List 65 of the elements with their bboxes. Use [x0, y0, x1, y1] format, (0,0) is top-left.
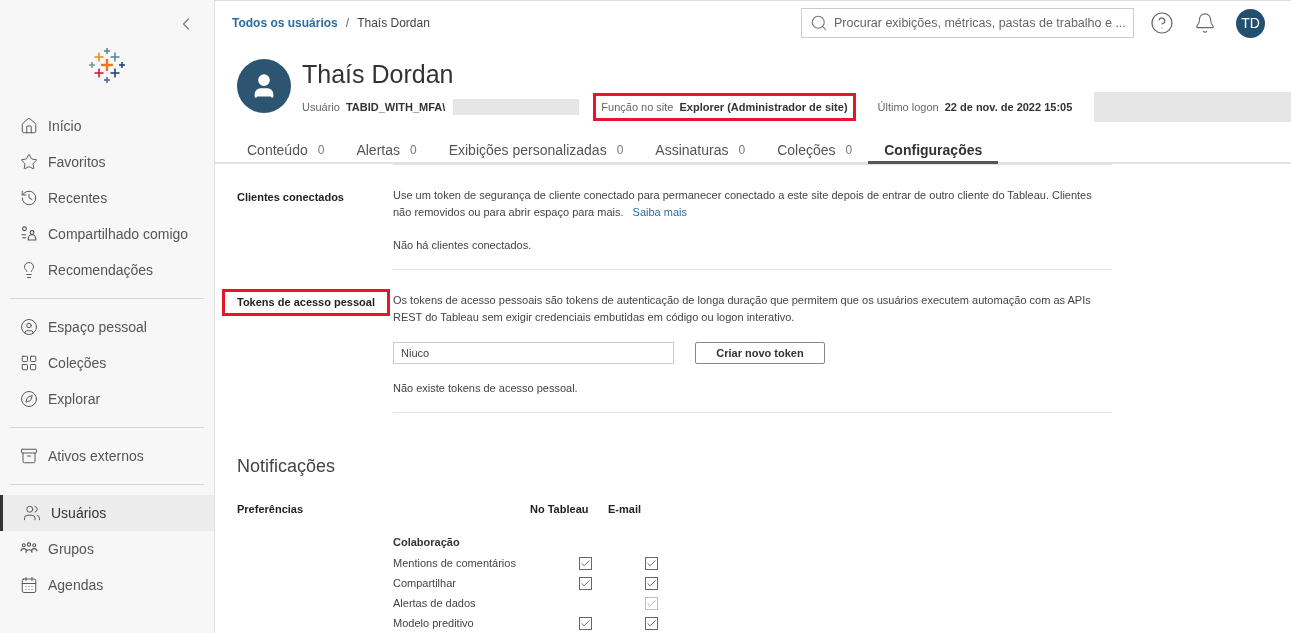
tab[interactable]: Conteúdo 0	[231, 139, 341, 164]
help-icon[interactable]	[1150, 11, 1174, 35]
notification-label: Modelo preditivo	[393, 615, 475, 631]
section-label: Clientes conectados	[236, 190, 345, 205]
profile-field: Último logon 22 de nov. de 2022 15:05	[869, 92, 1081, 122]
user-avatar[interactable]: TD	[1236, 8, 1265, 38]
profile-field: Usuário TABID_WITH_MFA\	[294, 92, 454, 122]
user-circle-icon	[20, 318, 38, 336]
search-field[interactable]: Procurar exibições, métricas, pastas de trabalho e ...	[801, 8, 1134, 38]
sidebar-item[interactable]: Usuários	[0, 495, 214, 531]
checkbox[interactable]	[644, 576, 658, 590]
column-header: No Tableau	[530, 502, 590, 517]
preferences-label: Preferências	[237, 502, 305, 517]
users-icon	[23, 504, 41, 522]
breadcrumb-separator: /	[345, 15, 350, 32]
group-heading: Colaboração	[393, 534, 461, 550]
sidebar-item[interactable]: Recentes	[0, 180, 214, 216]
tab[interactable]: Exibições personalizadas 0	[432, 139, 640, 164]
checkbox[interactable]	[644, 556, 658, 570]
sidebar-item[interactable]: Coleções	[0, 345, 214, 381]
clock-icon	[20, 189, 38, 207]
checkbox[interactable]	[578, 616, 592, 630]
profile-field: Função no site Explorer (Administrador de site)	[593, 92, 856, 122]
learn-more-link[interactable]: Saiba mais	[632, 206, 687, 218]
calendar-icon	[20, 576, 38, 594]
logo-icon	[87, 46, 127, 86]
sidebar-item[interactable]: Recomendações	[0, 252, 214, 288]
grid-icon	[20, 354, 38, 372]
home-icon	[20, 117, 38, 135]
section-description: Os tokens de acesso pessoais são tokens de autenticação de longa duração que permitem que os usuários executem automação com as APIs REST do Tableau sem exigir credenciais embutidas em código ou logon interativo.	[393, 293, 1092, 325]
sidebar-item[interactable]: Agendas	[0, 567, 214, 603]
sidebar-item[interactable]: Espaço pessoal	[0, 309, 214, 345]
tab[interactable]: Coleções 0	[761, 139, 869, 164]
empty-message: Não há clientes conectados.	[393, 238, 533, 253]
notification-label: Alertas de dados	[393, 595, 477, 611]
tab[interactable]: Configurações	[868, 139, 999, 164]
checkbox[interactable]	[578, 556, 592, 570]
section-description: Use um token de segurança de cliente conectado para permanecer conectado a este site depois de entrar de outro cliente do Tableau. Clientes não removidos ou para abrir espaço para mais. Saiba mais	[393, 188, 1093, 220]
notification-icon[interactable]	[1194, 12, 1216, 34]
star-icon	[20, 153, 38, 171]
search-icon	[810, 14, 828, 32]
checkbox[interactable]	[578, 576, 592, 590]
notification-label: Compartilhar	[393, 575, 457, 591]
sidebar-item[interactable]: Favoritos	[0, 144, 214, 180]
sidebar-item[interactable]: Ativos externos	[0, 438, 214, 474]
create-token-button[interactable]: Criar novo token	[695, 342, 825, 364]
user-name: Thaís Dordan	[302, 59, 455, 89]
tab[interactable]: Alertas 0	[340, 139, 433, 164]
section-label: Tokens de acesso pessoal	[222, 289, 390, 316]
column-header: E-mail	[608, 502, 641, 517]
archive-icon	[20, 447, 38, 465]
tab[interactable]: Assinaturas 0	[639, 139, 762, 164]
notifications-heading: Notificações	[237, 455, 337, 478]
sidebar-item[interactable]: Grupos	[0, 531, 214, 567]
notification-label: Mentions de comentários	[393, 555, 517, 571]
sidebar-item[interactable]: Compartilhado comigo	[0, 216, 214, 252]
breadcrumb-link[interactable]: Todos os usuários	[232, 14, 338, 32]
empty-message: Não existe tokens de acesso pessoal.	[393, 381, 579, 396]
people-icon	[20, 225, 38, 243]
compass-icon	[20, 390, 38, 408]
token-name-field[interactable]: Niuco	[393, 342, 674, 364]
sidebar-item[interactable]: Explorar	[0, 381, 214, 417]
breadcrumb-current: Thaís Dordan	[357, 15, 430, 32]
sidebar-item[interactable]: Início	[0, 108, 214, 144]
checkbox[interactable]	[644, 616, 658, 630]
